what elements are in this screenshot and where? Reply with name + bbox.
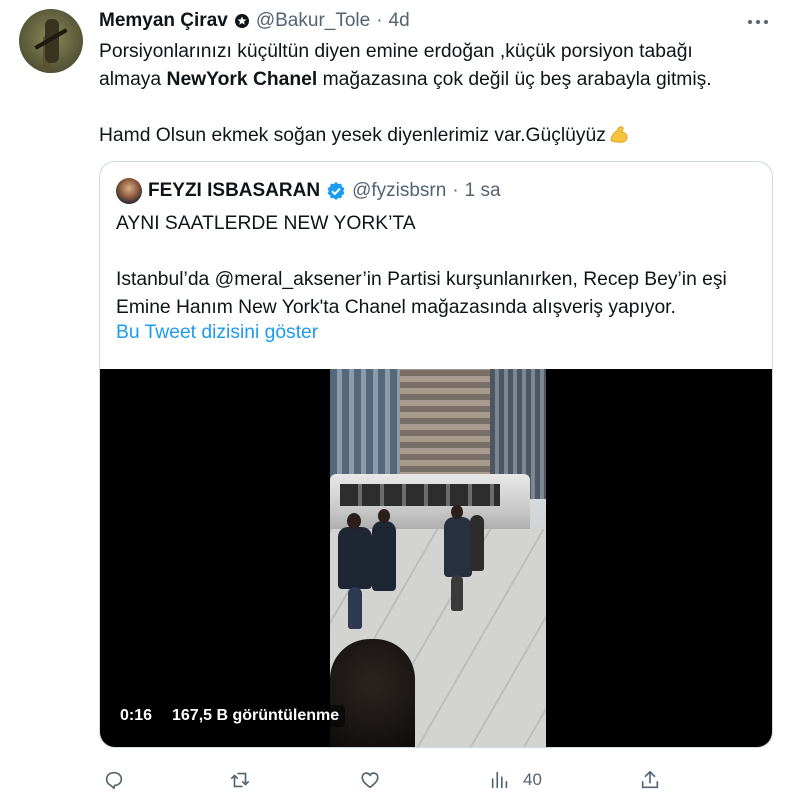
quoted-text: AYNI SAATLERDE NEW YORK’TA Istanbul’da @… <box>116 210 761 322</box>
reply-icon <box>105 771 123 790</box>
more-options-icon[interactable] <box>748 12 778 32</box>
views-button[interactable]: 40 <box>489 765 542 795</box>
flexed-biceps-emoji-icon <box>610 126 628 143</box>
share-icon <box>641 770 659 789</box>
retweet-icon <box>230 772 250 788</box>
video-player[interactable]: 0:16 167,5 B görüntülenme <box>100 369 772 747</box>
tweet-text: Porsiyonlarınızı küçültün diyen emine er… <box>99 38 769 150</box>
quoted-text-line: Emine Hanım New York'ta Chanel mağazasın… <box>116 297 676 318</box>
heart-icon <box>361 772 379 789</box>
like-button[interactable] <box>359 765 393 795</box>
video-views: 167,5 B görüntülenme <box>166 705 346 727</box>
verified-icon <box>327 182 345 200</box>
video-frame <box>330 369 546 747</box>
quoted-text-line: Istanbul’da @meral_aksener’in Partisi ku… <box>116 269 727 290</box>
tweet-time[interactable]: 4d <box>389 10 410 32</box>
quoted-text-line: AYNI SAATLERDE NEW YORK’TA <box>116 213 416 234</box>
reply-button[interactable] <box>103 765 137 795</box>
quoted-tweet[interactable]: FEYZI ISBASARAN @fyzisbsrn · 1 sa AYNI S… <box>99 161 773 748</box>
tweet-header: Memyan Çirav @Bakur_Tole · 4d <box>99 9 410 33</box>
quoted-handle[interactable]: @fyzisbsrn <box>352 180 446 202</box>
author-name[interactable]: Memyan Çirav <box>99 10 228 32</box>
author-avatar[interactable] <box>19 9 83 73</box>
video-duration: 0:16 <box>114 705 159 727</box>
tweet-text-line: almaya NewYork Chanel mağazasına çok değ… <box>99 66 769 94</box>
share-button[interactable] <box>639 765 673 795</box>
views-chart-icon <box>491 771 508 789</box>
text-fragment: mağazasına çok değil üç beş arabayla git… <box>317 69 712 90</box>
tweet-text-line: Hamd Olsun ekmek soğan yesek diyenlerimi… <box>99 122 769 150</box>
author-handle[interactable]: @Bakur_Tole <box>256 10 370 32</box>
text-fragment: Hamd Olsun ekmek soğan yesek diyenlerimi… <box>99 125 606 146</box>
tweet-text-line: Porsiyonlarınızı küçültün diyen emine er… <box>99 41 693 62</box>
retweet-button[interactable] <box>229 765 263 795</box>
text-fragment: almaya <box>99 69 167 90</box>
action-bar: 40 <box>99 765 699 795</box>
bold-text: NewYork Chanel <box>166 69 318 90</box>
quoted-time[interactable]: 1 sa <box>465 180 501 202</box>
separator-dot: · <box>376 10 383 31</box>
quoted-header: FEYZI ISBASARAN @fyzisbsrn · 1 sa <box>116 178 501 204</box>
quoted-avatar[interactable] <box>116 178 142 204</box>
badge-icon <box>234 14 249 28</box>
quoted-author-name[interactable]: FEYZI ISBASARAN <box>148 180 320 202</box>
separator-dot: · <box>452 180 459 201</box>
views-count: 40 <box>523 770 542 789</box>
show-thread-link[interactable]: Bu Tweet dizisini göster <box>116 322 318 344</box>
